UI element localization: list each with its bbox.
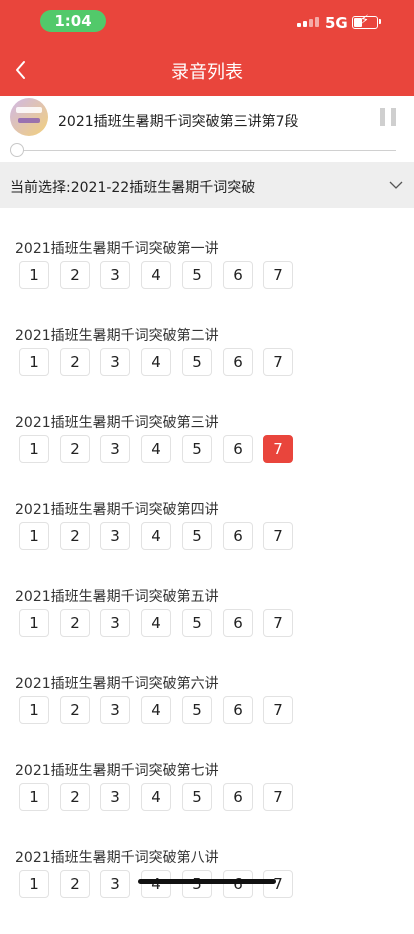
segment-button[interactable]: 2 (60, 609, 90, 637)
segment-button[interactable]: 5 (182, 435, 212, 463)
segment-button[interactable]: 3 (100, 783, 130, 811)
segment-button[interactable]: 4 (141, 435, 171, 463)
segment-button[interactable]: 2 (60, 870, 90, 898)
segment-button[interactable]: 3 (100, 435, 130, 463)
lecture-section: 2021插班生暑期千词突破第六讲 1 2 3 4 5 6 7 (0, 673, 414, 760)
segment-button[interactable]: 7 (263, 522, 293, 550)
segment-button[interactable]: 3 (100, 609, 130, 637)
segment-button[interactable]: 4 (141, 348, 171, 376)
segment-button[interactable]: 7 (263, 609, 293, 637)
segment-button[interactable]: 1 (19, 609, 49, 637)
track-title: 2021插班生暑期千词突破第三讲第7段 (58, 114, 299, 130)
segment-button[interactable]: 7 (263, 696, 293, 724)
segment-button[interactable]: 6 (223, 261, 253, 289)
home-indicator (138, 879, 276, 884)
segment-button[interactable]: 2 (60, 696, 90, 724)
progress-thumb[interactable] (10, 143, 24, 157)
segment-button[interactable]: 4 (141, 522, 171, 550)
lecture-title: 2021插班生暑期千词突破第六讲 (15, 676, 219, 692)
segment-button[interactable]: 7 (263, 348, 293, 376)
album-cover (10, 98, 48, 136)
lecture-title: 2021插班生暑期千词突破第三讲 (15, 415, 219, 431)
course-selector[interactable]: 当前选择:2021-22插班生暑期千词突破 (0, 162, 414, 208)
segment-button[interactable]: 5 (182, 696, 212, 724)
nav-bar: 录音列表 (0, 44, 414, 96)
segment-button[interactable]: 6 (223, 435, 253, 463)
lecture-title: 2021插班生暑期千词突破第四讲 (15, 502, 219, 518)
segment-button[interactable]: 6 (223, 348, 253, 376)
status-bar: 1:04 5G ⚡ (0, 0, 414, 44)
segment-button[interactable]: 3 (100, 870, 130, 898)
segment-button[interactable]: 3 (100, 348, 130, 376)
lecture-section: 2021插班生暑期千词突破第八讲 1 2 3 4 5 6 7 (0, 847, 414, 934)
segment-button[interactable]: 1 (19, 348, 49, 376)
segment-button[interactable]: 5 (182, 522, 212, 550)
battery-nub (379, 19, 381, 24)
segment-button[interactable]: 4 (141, 870, 171, 898)
segment-button[interactable]: 2 (60, 348, 90, 376)
lecture-section: 2021插班生暑期千词突破第五讲 1 2 3 4 5 6 7 (0, 586, 414, 673)
battery-charging-icon: ⚡ (352, 14, 378, 29)
header-bar: 1:04 5G ⚡ 录音列表 (0, 0, 414, 96)
segment-button[interactable]: 1 (19, 435, 49, 463)
lecture-title: 2021插班生暑期千词突破第五讲 (15, 589, 219, 605)
segment-button[interactable]: 4 (141, 261, 171, 289)
lecture-title: 2021插班生暑期千词突破第七讲 (15, 763, 219, 779)
segment-button[interactable]: 7 (263, 435, 293, 463)
lecture-section: 2021插班生暑期千词突破第四讲 1 2 3 4 5 6 7 (0, 499, 414, 586)
lecture-section: 2021插班生暑期千词突破第二讲 1 2 3 4 5 6 7 (0, 325, 414, 412)
segment-button[interactable]: 4 (141, 696, 171, 724)
segment-button[interactable]: 1 (19, 783, 49, 811)
status-time: 1:04 (40, 10, 106, 32)
selector-label: 当前选择:2021-22插班生暑期千词突破 (10, 180, 256, 196)
segment-button[interactable]: 3 (100, 696, 130, 724)
lecture-section: 2021插班生暑期千词突破第七讲 1 2 3 4 5 6 7 (0, 760, 414, 847)
segment-button[interactable]: 1 (19, 522, 49, 550)
segment-button[interactable]: 5 (182, 609, 212, 637)
segment-button[interactable]: 6 (223, 609, 253, 637)
segment-button[interactable]: 2 (60, 261, 90, 289)
segment-button[interactable]: 4 (141, 609, 171, 637)
segment-button[interactable]: 4 (141, 783, 171, 811)
segment-button[interactable]: 6 (223, 870, 253, 898)
segment-button[interactable]: 5 (182, 870, 212, 898)
lecture-section: 2021插班生暑期千词突破第一讲 1 2 3 4 5 6 7 (0, 238, 414, 325)
audio-player: 2021插班生暑期千词突破第三讲第7段 (0, 96, 414, 162)
segment-button[interactable]: 6 (223, 783, 253, 811)
segment-button[interactable]: 3 (100, 261, 130, 289)
lecture-title: 2021插班生暑期千词突破第一讲 (15, 241, 219, 257)
page-title: 录音列表 (171, 62, 243, 83)
segment-button[interactable]: 2 (60, 783, 90, 811)
chevron-down-icon (389, 181, 403, 189)
network-label: 5G (325, 14, 348, 32)
segment-button[interactable]: 7 (263, 870, 293, 898)
segment-button[interactable]: 2 (60, 522, 90, 550)
segment-button[interactable]: 5 (182, 783, 212, 811)
segment-button[interactable]: 6 (223, 522, 253, 550)
pause-icon (380, 108, 385, 126)
segment-button[interactable]: 7 (263, 783, 293, 811)
segment-button[interactable]: 6 (223, 696, 253, 724)
segment-button[interactable]: 1 (19, 261, 49, 289)
lecture-section: 2021插班生暑期千词突破第三讲 1 2 3 4 5 6 7 (0, 412, 414, 499)
segment-button[interactable]: 5 (182, 261, 212, 289)
progress-track[interactable] (16, 150, 396, 151)
segment-button[interactable]: 2 (60, 435, 90, 463)
segment-button[interactable]: 3 (100, 522, 130, 550)
segment-button[interactable]: 5 (182, 348, 212, 376)
segment-button[interactable]: 1 (19, 696, 49, 724)
pause-button[interactable] (380, 108, 396, 126)
lecture-title: 2021插班生暑期千词突破第二讲 (15, 328, 219, 344)
signal-icon (297, 17, 319, 27)
segment-button[interactable]: 1 (19, 870, 49, 898)
segment-button[interactable]: 7 (263, 261, 293, 289)
lecture-title: 2021插班生暑期千词突破第八讲 (15, 850, 219, 866)
